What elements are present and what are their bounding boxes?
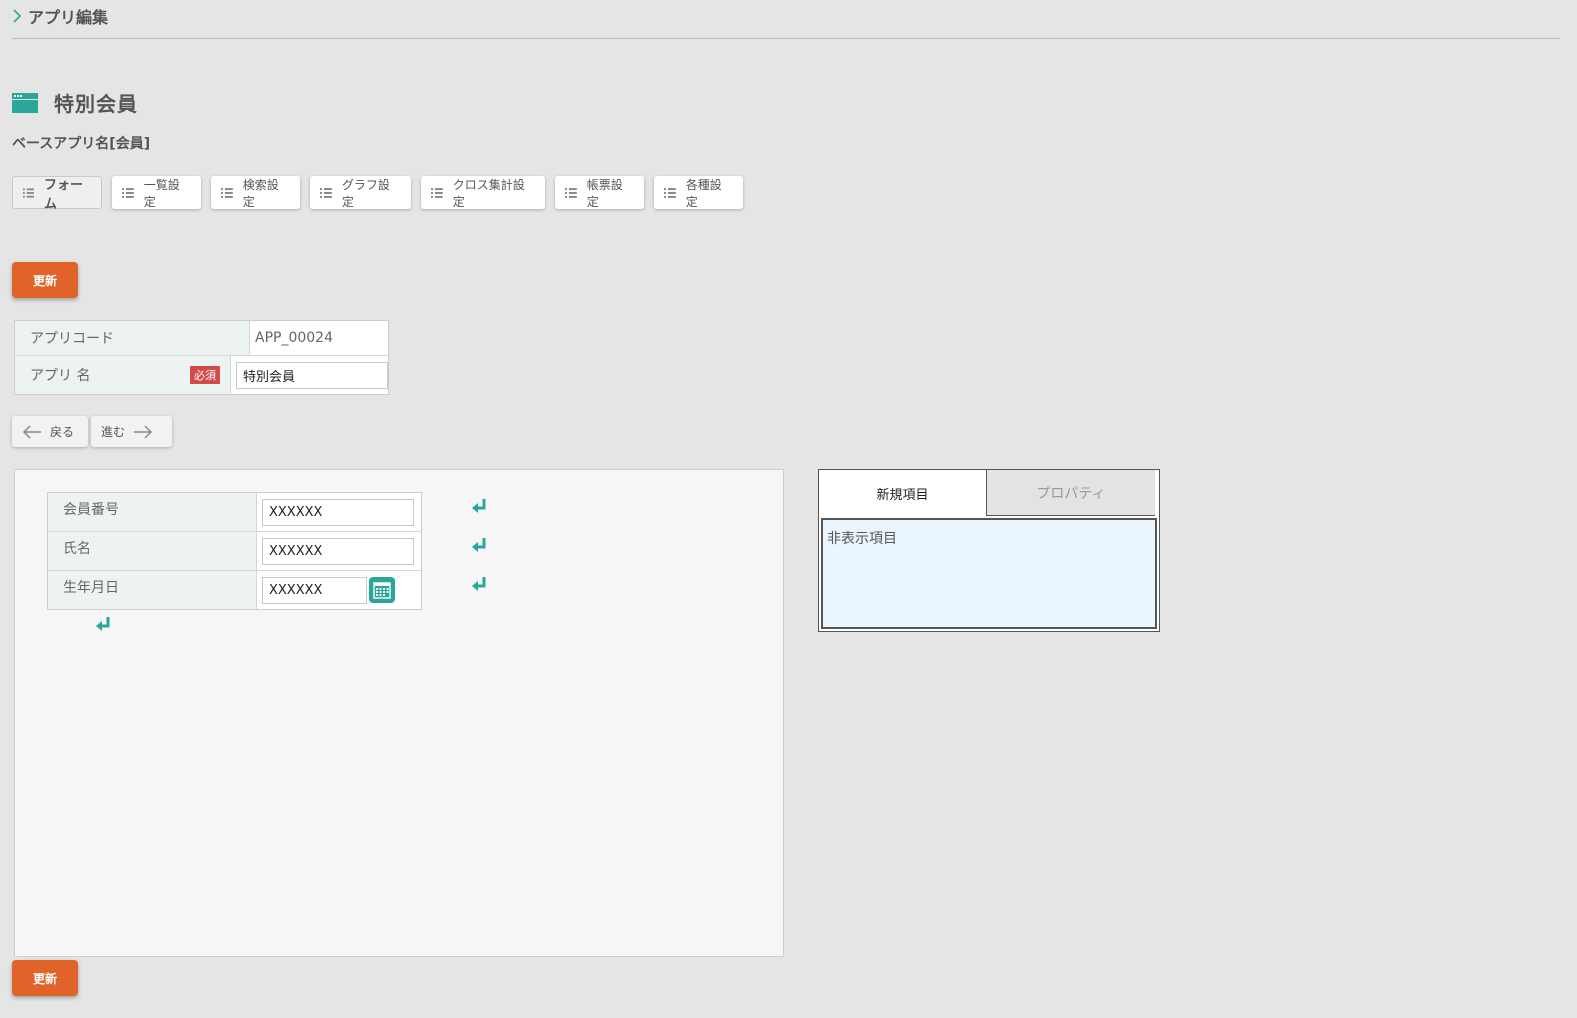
back-label: 戻る [50,425,75,439]
tab-graph-settings[interactable]: グラフ設定 [310,176,411,209]
hidden-items-label: 非表示項目 [827,531,897,547]
calendar-button[interactable] [369,577,395,603]
breadcrumb: アプリ編集 [12,4,108,28]
tab-label: 一覧設定 [143,177,180,209]
form-field-table: 会員番号 氏名 生年月日 [47,492,422,610]
birthdate-input[interactable] [262,576,367,604]
tab-label: 検索設定 [242,177,279,209]
return-arrow-icon[interactable] [95,615,113,633]
field-value-cell [257,571,421,609]
required-badge: 必須 [190,366,220,384]
breadcrumb-label: アプリ編集 [28,8,109,27]
app-name-value-cell [231,356,388,394]
settings-tabs: フォーム 一覧設定 検索設定 グラフ設定 クロス集計設定 帳票設定 各種設定 [12,176,743,212]
tab-label: 各種設定 [685,177,722,209]
app-code-row: アプリコード APP_00024 [15,321,388,356]
tab-new-item[interactable]: 新規項目 [819,470,987,516]
tab-label: クロス集計設定 [452,177,525,209]
tab-report-settings[interactable]: 帳票設定 [555,176,644,209]
field-label-member-number: 会員番号 [48,493,257,531]
tab-form[interactable]: フォーム [12,176,102,212]
forward-label: 進む [101,425,126,439]
tab-label: フォーム [43,177,83,212]
app-name-row: アプリ 名 必須 [15,356,388,394]
header-divider [12,38,1560,39]
app-code-value: APP_00024 [255,330,333,346]
return-arrow-icon[interactable] [471,497,489,515]
list-icon [664,187,676,198]
form-field-row[interactable]: 生年月日 [48,571,421,609]
title-row: 特別会員 [12,88,138,117]
field-label-name: 氏名 [48,532,257,570]
app-name-label: アプリ 名 [30,368,91,384]
tab-properties[interactable]: プロパティ [987,470,1155,516]
app-name-label-cell: アプリ 名 必須 [15,356,231,394]
tab-list-settings[interactable]: 一覧設定 [112,176,201,209]
form-field-row[interactable]: 氏名 [48,532,421,571]
tab-misc-settings[interactable]: 各種設定 [654,176,743,209]
name-input[interactable] [262,537,414,565]
list-icon [565,187,577,198]
page-title: 特別会員 [54,92,138,116]
app-info-table: アプリコード APP_00024 アプリ 名 必須 [14,320,389,395]
tab-label: グラフ設定 [341,177,390,209]
return-arrow-icon[interactable] [471,536,489,554]
tab-search-settings[interactable]: 検索設定 [211,176,300,209]
app-window-icon [12,92,38,113]
list-icon [122,187,134,198]
list-icon [320,187,332,198]
arrow-left-icon [22,424,41,439]
app-code-label: アプリコード [30,331,114,347]
field-value-cell [257,532,421,570]
base-app-name: ベースアプリ名[会員] [12,136,151,152]
return-arrow-icon[interactable] [471,575,489,593]
update-button-top[interactable]: 更新 [12,262,78,298]
member-number-input[interactable] [262,498,414,526]
field-value-cell [257,493,421,531]
panel-tabs: 新規項目 プロパティ [819,470,1159,516]
item-panel: 新規項目 プロパティ 非表示項目 [818,469,1160,632]
app-name-input[interactable] [236,361,388,389]
form-field-row[interactable]: 会員番号 [48,493,421,532]
hidden-items-box[interactable]: 非表示項目 [821,518,1157,629]
back-button[interactable]: 戻る [12,416,88,447]
chevron-right-icon [13,9,22,23]
calendar-icon [373,582,391,599]
tab-crosstab-settings[interactable]: クロス集計設定 [421,176,545,209]
app-code-label-cell: アプリコード [15,321,250,355]
arrow-right-icon [134,424,153,439]
list-icon [221,187,233,198]
list-icon [23,187,34,198]
list-icon [431,187,443,198]
tab-label: 帳票設定 [586,177,623,209]
update-button-bottom[interactable]: 更新 [12,960,78,996]
forward-button[interactable]: 進む [91,416,172,447]
field-label-birthdate: 生年月日 [48,571,257,609]
